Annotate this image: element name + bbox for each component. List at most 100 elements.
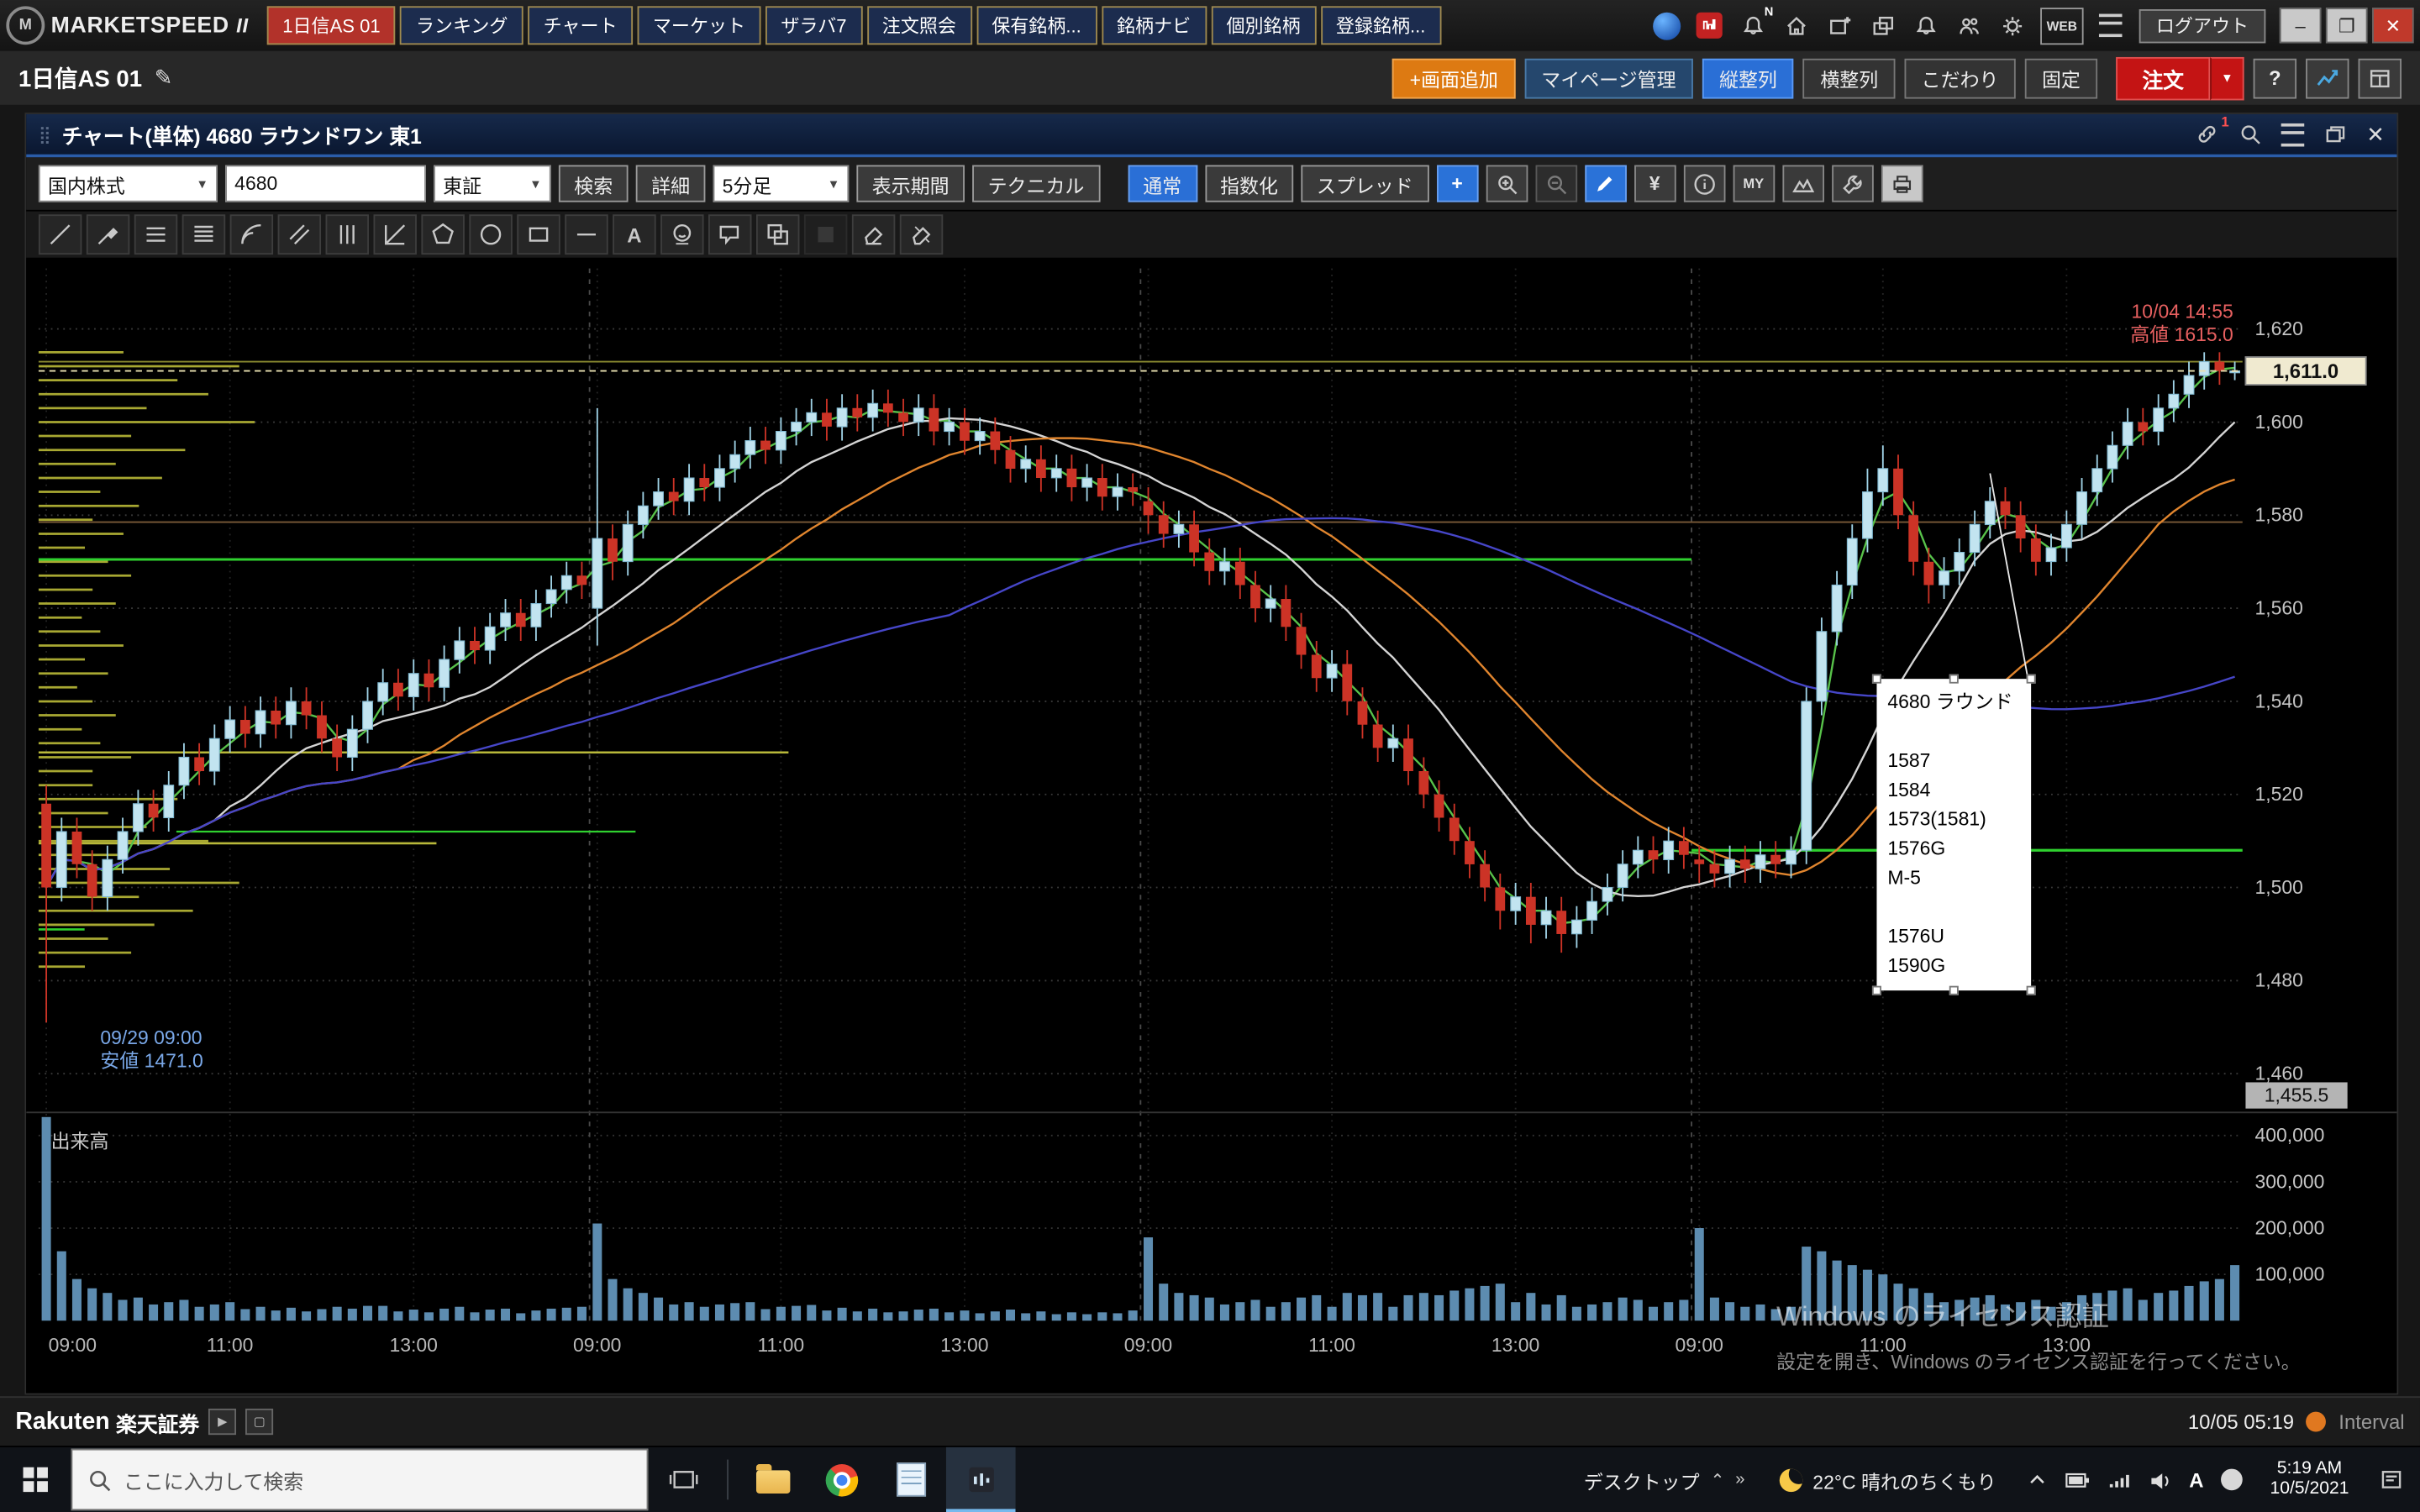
resize-handle[interactable] <box>2027 986 2036 995</box>
tray-chevron-up-icon[interactable] <box>2027 1470 2049 1488</box>
home-icon[interactable] <box>1781 10 1812 41</box>
order-dropdown-arrow[interactable]: ▼ <box>2210 56 2244 99</box>
chart-area[interactable]: 1,6201,6001,5801,5601,5401,5201,5001,480… <box>26 260 2396 1394</box>
tab-ranking[interactable]: ランキング <box>401 6 523 45</box>
bell-icon[interactable] <box>1911 10 1942 41</box>
mode-spread-button[interactable]: スプレッド <box>1302 165 1429 202</box>
settings-wrench-button[interactable] <box>1831 165 1873 202</box>
window-add-icon[interactable] <box>1824 10 1855 41</box>
add-compare-button[interactable]: + <box>1436 165 1478 202</box>
fill-box-tool-icon[interactable] <box>804 214 847 255</box>
trend-line-tool-icon[interactable] <box>39 214 82 255</box>
add-screen-button[interactable]: +画面追加 <box>1392 58 1515 98</box>
window-close-icon[interactable]: ✕ <box>2366 121 2385 147</box>
fib-arc-tool-icon[interactable] <box>230 214 273 255</box>
taskbar-clock[interactable]: 5:19 AM 10/5/2021 <box>2254 1459 2365 1501</box>
chart-window-titlebar[interactable]: ⣿ チャート(単体) 4680 ラウンドワン 東1 1 ✕ <box>26 114 2396 157</box>
technical-button[interactable]: テクニカル <box>972 165 1100 202</box>
link-icon[interactable]: 1 <box>2195 122 2219 146</box>
yen-display-button[interactable]: ¥ <box>1634 165 1676 202</box>
eraser-tool-icon[interactable] <box>852 214 895 255</box>
statusbar-expand-button[interactable]: ▶ <box>208 1409 236 1435</box>
maximize-button[interactable]: ❐ <box>2326 8 2368 43</box>
window-menu-icon[interactable] <box>2281 123 2305 146</box>
close-button[interactable]: ✕ <box>2372 8 2414 43</box>
people-icon[interactable] <box>1954 10 1985 41</box>
eraser-all-tool-icon[interactable] <box>900 214 943 255</box>
logout-button[interactable]: ログアウト <box>2139 8 2266 42</box>
layers-copy-tool-icon[interactable] <box>756 214 799 255</box>
resize-handle[interactable] <box>1949 986 1959 995</box>
mountain-chart-button[interactable] <box>1782 165 1824 202</box>
icon-stamp-tool-icon[interactable] <box>660 214 703 255</box>
horizontal-segment-tool-icon[interactable] <box>565 214 608 255</box>
pencil-line-tool-icon[interactable] <box>87 214 129 255</box>
circle-tool-icon[interactable] <box>469 214 512 255</box>
ime-mode-a-icon[interactable]: A <box>2189 1468 2203 1492</box>
speaker-icon[interactable] <box>2149 1469 2173 1489</box>
tab-market[interactable]: マーケット <box>638 6 761 45</box>
start-button[interactable] <box>0 1447 71 1512</box>
search-button[interactable]: 検索 <box>559 165 629 202</box>
chart-annotation-tooltip[interactable]: 4680 ラウンド 1587 1584 1573(1581) 1576G M-5… <box>1876 679 2031 990</box>
gear-icon[interactable] <box>1997 10 2028 41</box>
pin-fixed-button[interactable]: 固定 <box>2025 58 2097 98</box>
tab-zaraba[interactable]: ザラバ7 <box>765 6 862 45</box>
resize-handle[interactable] <box>1872 986 1881 995</box>
resize-handle[interactable] <box>2027 675 2036 684</box>
help-button[interactable]: ? <box>2254 58 2296 98</box>
network-icon[interactable] <box>2109 1469 2133 1489</box>
drag-grip-icon[interactable]: ⣿ <box>39 124 50 144</box>
msii-app-icon[interactable] <box>1651 10 1682 41</box>
resize-handle[interactable] <box>1949 675 1959 684</box>
channel-tool-icon[interactable] <box>278 214 321 255</box>
interval-select[interactable]: 5分足▼ <box>713 165 850 202</box>
task-view-button[interactable] <box>648 1447 718 1512</box>
news-icon[interactable] <box>1695 10 1726 41</box>
bell-n-icon[interactable]: N <box>1738 10 1769 41</box>
zoom-in-icon[interactable] <box>1486 165 1528 202</box>
resize-handle[interactable] <box>1872 675 1881 684</box>
draw-pencil-button[interactable] <box>1585 165 1627 202</box>
desktop-toolbar[interactable]: デスクトップ⌃» <box>1568 1465 1760 1494</box>
horizontal-lines-3-tool-icon[interactable] <box>134 214 177 255</box>
mode-indexed-button[interactable]: 指数化 <box>1205 165 1294 202</box>
exchange-select[interactable]: 東証▼ <box>434 165 551 202</box>
pentagon-tool-icon[interactable] <box>421 214 464 255</box>
statusbar-window-button[interactable]: ▢ <box>245 1409 273 1435</box>
window-restore-icon[interactable] <box>2323 122 2348 146</box>
chrome-icon[interactable] <box>808 1447 877 1512</box>
web-icon[interactable]: WEB <box>2040 7 2083 44</box>
battery-icon[interactable] <box>2065 1469 2091 1489</box>
windows-cascade-icon[interactable] <box>1867 10 1898 41</box>
callout-tool-icon[interactable] <box>708 214 751 255</box>
market-select[interactable]: 国内株式▼ <box>39 165 218 202</box>
ime-circle-icon[interactable] <box>2221 1469 2243 1491</box>
symbol-code-input[interactable] <box>225 165 426 202</box>
weather-widget[interactable]: 22°C 晴れのちくもり <box>1760 1465 2015 1494</box>
mode-normal-button[interactable]: 通常 <box>1128 165 1197 202</box>
order-button[interactable]: 注文 <box>2116 56 2210 99</box>
tab-1nichi-shin-as[interactable]: 1日信AS 01 <box>267 6 396 45</box>
zoom-out-icon[interactable] <box>1535 165 1577 202</box>
display-period-button[interactable]: 表示期間 <box>856 165 965 202</box>
notepad-icon[interactable] <box>876 1447 946 1512</box>
tab-individual-stock[interactable]: 個別銘柄 <box>1211 6 1316 45</box>
arrange-vertical-button[interactable]: 縦整列 <box>1702 58 1794 98</box>
info-button[interactable] <box>1683 165 1725 202</box>
edit-pencil-icon[interactable]: ✎ <box>155 65 173 91</box>
my-chart-button[interactable]: MY <box>1733 165 1775 202</box>
layout-window-button[interactable] <box>2359 58 2402 98</box>
detail-button[interactable]: 詳細 <box>636 165 706 202</box>
text-tool-icon[interactable]: A <box>613 214 655 255</box>
gann-angle-tool-icon[interactable] <box>373 214 416 255</box>
marketspeed-taskbar-icon[interactable] <box>946 1447 1016 1512</box>
menu-icon[interactable] <box>2096 10 2127 41</box>
tab-holdings[interactable]: 保有銘柄... <box>976 6 1097 45</box>
arrange-horizontal-button[interactable]: 横整列 <box>1803 58 1895 98</box>
kodawari-button[interactable]: こだわり <box>1904 58 2015 98</box>
vertical-lines-tool-icon[interactable] <box>326 214 369 255</box>
tab-stock-navi[interactable]: 銘柄ナビ <box>1102 6 1207 45</box>
search-magnifier-icon[interactable] <box>2238 122 2263 146</box>
file-explorer-icon[interactable] <box>738 1447 808 1512</box>
